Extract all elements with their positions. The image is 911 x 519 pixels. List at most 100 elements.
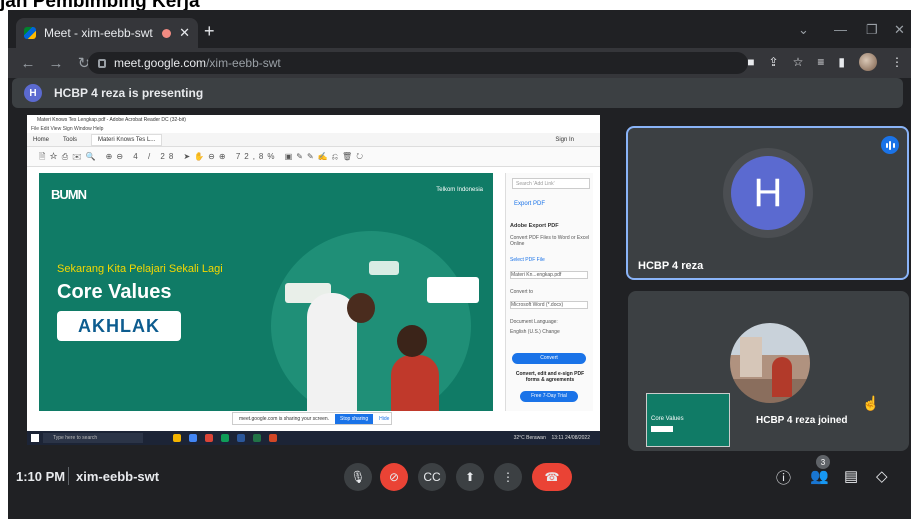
participant-photo — [730, 323, 810, 403]
acrobat-signin[interactable]: Sign In — [555, 137, 574, 143]
acrobat-tab-tools[interactable]: Tools — [63, 137, 77, 143]
presentation-thumbnail[interactable]: Core Values — [646, 393, 730, 447]
stop-sharing-button[interactable]: Stop sharing — [335, 413, 374, 424]
presenter-badge: H — [24, 84, 42, 102]
camera-off-button[interactable]: ⊘ — [380, 463, 408, 491]
camera-icon[interactable]: ■ — [747, 55, 754, 69]
hide-button[interactable]: Hide — [379, 416, 389, 422]
browser-toolbar: ← → ↻ meet.google.com /xim-eebb-swt ■ ⇪ … — [8, 48, 911, 78]
thumb-akhlak-box — [651, 426, 673, 432]
side-panel-icon[interactable]: ▮ — [838, 55, 845, 69]
slide-akhlak: AKHLAK — [57, 311, 181, 341]
trial-button[interactable]: Free 7-Day Trial — [520, 391, 578, 402]
lang-value[interactable]: English (U.S.) Change — [510, 329, 560, 335]
speech-bubble-icon — [369, 261, 399, 275]
export-pdf-link[interactable]: Export PDF — [514, 201, 545, 207]
meeting-time: 1:10 PM — [16, 469, 66, 484]
more-vert-icon: ⋮ — [502, 470, 514, 484]
app-icon[interactable] — [221, 434, 229, 442]
phone-hangup-icon: ☎ — [544, 470, 560, 484]
window-close-icon[interactable]: ✕ — [894, 22, 905, 38]
present-button[interactable]: ⬆ — [456, 463, 484, 491]
tab-search-chevron-icon[interactable]: ⌄ — [798, 22, 809, 38]
acrobat-tabs: Home Tools Materi Knows Tes L... Sign In — [27, 133, 600, 147]
person-illustration — [391, 355, 439, 411]
screenshot-root: jan Pembimbing Kerja Meet - xim-eebb-swt… — [0, 0, 911, 519]
app-icon[interactable] — [189, 434, 197, 442]
app-icon[interactable] — [253, 434, 261, 442]
taskbar-tray: 32°C Berawan 13:11 24/08/2022 — [514, 435, 590, 441]
divider — [68, 467, 69, 485]
info-icon[interactable]: ⓘ — [776, 467, 791, 488]
new-tab-button[interactable]: + — [204, 22, 215, 40]
presenting-banner: H HCBP 4 reza is presenting — [12, 78, 903, 108]
acrobat-title: Materi Knows Tes Lengkap.pdf - Adobe Acr… — [27, 115, 600, 125]
app-icon[interactable] — [173, 434, 181, 442]
format-select[interactable]: Microsoft Word (*.docx) — [510, 301, 588, 309]
select-file-link[interactable]: Select PDF File — [510, 257, 545, 263]
acrobat-tab-home[interactable]: Home — [33, 137, 49, 143]
windows-start-icon[interactable] — [31, 434, 39, 442]
app-icon[interactable] — [269, 434, 277, 442]
zoom-level: 72,8% — [235, 152, 279, 161]
acrobat-toolbar: 🗎☆⎙✉🔍 ⊕⊖ 4 / 28 ➤✋⊖⊕ 72,8% ▣✎✎✍⎌🗑↻ — [27, 147, 600, 167]
forward-icon[interactable]: → — [48, 55, 64, 72]
speech-bubble-icon — [427, 277, 479, 303]
mic-button[interactable]: 🎙 — [344, 463, 372, 491]
chat-icon[interactable]: ▤ — [844, 467, 858, 485]
recording-dot-icon — [162, 28, 172, 38]
join-toast: HCBP 4 reza joined — [756, 415, 848, 426]
activities-icon[interactable]: ◇ — [876, 467, 888, 485]
tab-strip: Meet - xim-eebb-swt ✕ + ⌄ — ❐ ✕ — [8, 10, 911, 48]
slide-line1: Sekarang Kita Pelajari Sekali Lagi — [57, 263, 223, 275]
reading-list-icon[interactable]: ≡ — [817, 55, 824, 69]
convert-button[interactable]: Convert — [512, 353, 586, 364]
back-icon[interactable]: ← — [20, 55, 36, 72]
profile-avatar[interactable] — [859, 53, 877, 71]
participant-tile-self[interactable]: Core Values HCBP 4 reza joined ☝ — [628, 291, 909, 451]
captions-button[interactable]: CC — [418, 463, 446, 491]
address-bar[interactable]: meet.google.com /xim-eebb-swt — [88, 52, 748, 74]
restore-icon[interactable]: ❐ — [866, 22, 878, 38]
telkom-logo: Telkom Indonesia — [436, 187, 483, 193]
tab-meet[interactable]: Meet - xim-eebb-swt ✕ — [16, 18, 198, 48]
tab-title: Meet - xim-eebb-swt — [44, 26, 153, 40]
participant-name: HCBP 4 reza — [638, 260, 704, 272]
mic-icon: 🎙 — [350, 470, 366, 484]
panel-search[interactable]: Search 'Add Link' — [512, 178, 590, 189]
meet-control-bar: 1:10 PM xim-eebb-swt 🎙 ⊘ CC ⬆ ⋮ ☎ ⓘ 3 👥 … — [0, 455, 903, 499]
bumn-logo: BUMN — [51, 187, 87, 202]
windows-taskbar: Type here to search 32°C Berawan 13:11 2… — [27, 431, 600, 445]
presenting-text: HCBP 4 reza is presenting — [54, 86, 204, 100]
speaking-indicator-icon — [881, 136, 899, 154]
shared-screen: Materi Knows Tes Lengkap.pdf - Adobe Acr… — [27, 115, 600, 445]
app-icon[interactable] — [205, 434, 213, 442]
end-call-button[interactable]: ☎ — [532, 463, 572, 491]
people-icon[interactable]: 👥 — [810, 467, 829, 485]
acrobat-menu: File Edit View Sign Window Help — [31, 126, 104, 132]
tab-close-icon[interactable]: ✕ — [179, 25, 190, 41]
bookmark-star-icon[interactable]: ☆ — [793, 55, 804, 69]
slide-illustration-bg — [271, 231, 471, 411]
minimize-icon[interactable]: — — [834, 22, 847, 37]
menu-kebab-icon[interactable]: ⋮ — [891, 55, 903, 69]
url-host: meet.google.com — [114, 56, 207, 70]
share-icon[interactable]: ⇪ — [769, 55, 779, 69]
export-desc: Convert PDF Files to Word or Excel Onlin… — [510, 235, 590, 247]
person-head-illustration — [347, 293, 375, 323]
file-name-field[interactable]: Materi Kn...engkap.pdf — [510, 271, 588, 279]
avatar: H — [731, 156, 805, 230]
export-heading: Adobe Export PDF — [510, 223, 559, 229]
acrobat-tab-doc[interactable]: Materi Knows Tes L... — [91, 133, 163, 146]
participant-tile-presenter[interactable]: H HCBP 4 reza — [626, 126, 909, 280]
meet-favicon-icon — [24, 27, 36, 39]
thumb-title: Core Values — [651, 416, 684, 422]
meeting-code: xim-eebb-swt — [76, 469, 160, 484]
app-icon[interactable] — [237, 434, 245, 442]
convert-to-label: Convert to — [510, 289, 534, 295]
promo-text: Convert, edit and e-sign PDF forms & agr… — [515, 371, 585, 383]
clock-text: 13:11 24/08/2022 — [551, 435, 590, 441]
more-options-button[interactable]: ⋮ — [494, 463, 522, 491]
toolbar-icons: ■ ⇪ ☆ ≡ ▮ ⋮ — [747, 53, 903, 71]
taskbar-search[interactable]: Type here to search — [43, 433, 143, 443]
